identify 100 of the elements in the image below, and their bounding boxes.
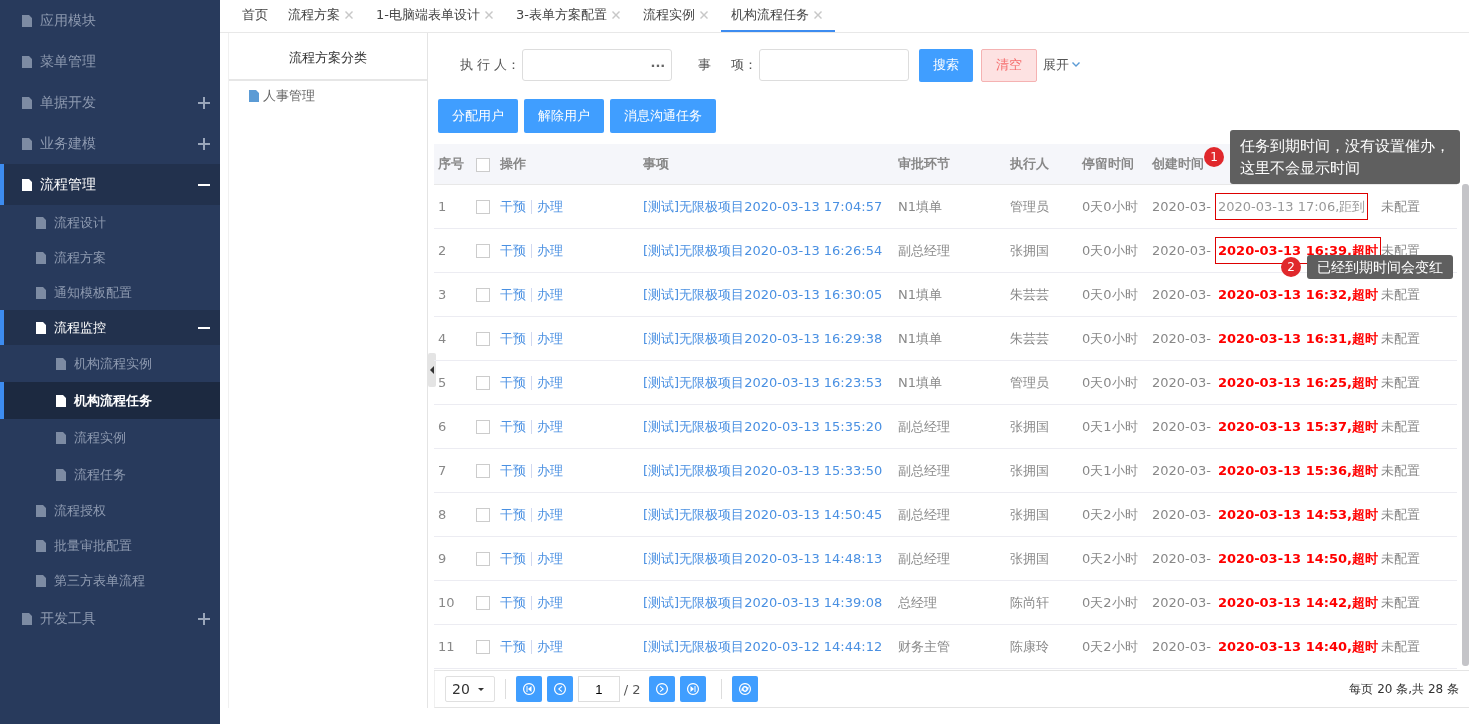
item-link[interactable]: [测试]无限极项目2020-03-13 14:50:45 <box>643 506 883 522</box>
item-link[interactable]: [测试]无限极项目2020-03-13 16:26:54 <box>643 242 883 258</box>
table-cell: 9 <box>438 551 447 566</box>
checkbox[interactable] <box>476 332 490 347</box>
table-cell: 2020-03- <box>1152 463 1211 478</box>
sidebar-item[interactable]: 第三方表单流程 <box>0 563 220 598</box>
item-link[interactable]: [测试]无限极项目2020-03-13 16:23:53 <box>643 374 883 390</box>
field-label: 项： <box>731 56 758 74</box>
action-link[interactable]: 办理 <box>537 418 563 434</box>
expand-button[interactable]: 展开 <box>1037 56 1090 74</box>
page-summary: 每页 20 条,共 28 条 <box>1349 680 1459 698</box>
item-field[interactable] <box>759 49 910 81</box>
first-page-button[interactable] <box>515 676 542 702</box>
action-link[interactable]: 办理 <box>537 506 563 522</box>
action-link[interactable]: 办理 <box>537 198 563 214</box>
table-cell: N1填单 <box>898 374 942 390</box>
tab[interactable]: 1-电脑端表单设计 <box>366 0 506 32</box>
checkbox[interactable] <box>476 640 490 655</box>
sidebar-item[interactable]: 流程授权 <box>0 493 220 528</box>
sidebar-item[interactable]: 机构流程实例 <box>0 345 220 382</box>
sidebar-item[interactable]: 开发工具 <box>0 598 220 639</box>
action-link[interactable]: 干预 <box>500 462 526 478</box>
action-button[interactable]: 分配用户 <box>438 99 518 133</box>
tab[interactable]: 3-表单方案配置 <box>505 0 633 32</box>
sidebar-item[interactable]: 应用模块 <box>0 0 220 41</box>
checkbox[interactable] <box>476 376 490 391</box>
sidebar-item[interactable]: 流程设计 <box>0 205 220 240</box>
executor-field[interactable]: ··· <box>522 49 673 81</box>
action-link[interactable]: 办理 <box>537 550 563 566</box>
document-icon <box>247 89 261 103</box>
due-time: 2020-03-13 16:31,超时 <box>1217 329 1379 348</box>
checkbox[interactable] <box>476 464 490 479</box>
checkbox[interactable] <box>476 508 490 523</box>
checkbox[interactable] <box>476 288 490 303</box>
sidebar-item[interactable]: 通知模板配置 <box>0 275 220 310</box>
action-link[interactable]: 办理 <box>537 242 563 258</box>
action-link[interactable]: 干预 <box>500 638 526 654</box>
sidebar-item[interactable]: 菜单管理 <box>0 41 220 82</box>
sidebar-item[interactable]: 流程任务 <box>0 456 220 493</box>
action-link[interactable]: 办理 <box>537 638 563 654</box>
action-link[interactable]: 干预 <box>500 330 526 346</box>
tab[interactable]: 首页 <box>232 0 278 32</box>
action-link[interactable]: 干预 <box>500 198 526 214</box>
table-cell: 4 <box>438 331 447 346</box>
checkbox[interactable] <box>476 200 490 215</box>
action-link[interactable]: 办理 <box>537 330 563 346</box>
sidebar-item[interactable]: 流程实例 <box>0 419 220 456</box>
item-link[interactable]: [测试]无限极项目2020-03-13 15:33:50 <box>643 462 883 478</box>
action-link[interactable]: 干预 <box>500 550 526 566</box>
item-link[interactable]: [测试]无限极项目2020-03-13 14:48:13 <box>643 550 883 566</box>
action-link[interactable]: 干预 <box>500 506 526 522</box>
checkbox[interactable] <box>476 244 490 259</box>
page-input[interactable]: 1 <box>577 676 620 702</box>
sidebar-item[interactable]: 流程管理 <box>0 164 220 205</box>
tab[interactable]: 流程实例 <box>632 0 721 32</box>
tree-node[interactable]: 人事管理 <box>245 85 317 107</box>
item-link[interactable]: [测试]无限极项目2020-03-13 16:29:38 <box>643 330 883 346</box>
item-link[interactable]: [测试]无限极项目2020-03-13 14:39:08 <box>643 594 883 610</box>
checkbox[interactable] <box>476 420 490 435</box>
sidebar-item[interactable]: 流程方案 <box>0 240 220 275</box>
action-button[interactable]: 解除用户 <box>524 99 604 133</box>
action-link[interactable]: 干预 <box>500 594 526 610</box>
table-cell: 未配置 <box>1381 462 1420 478</box>
action-button[interactable]: 消息沟通任务 <box>610 99 716 133</box>
scrollbar[interactable] <box>1462 184 1469 666</box>
item-link[interactable]: [测试]无限极项目2020-03-13 16:30:05 <box>643 286 883 302</box>
refresh-button[interactable] <box>731 676 758 702</box>
checkbox[interactable] <box>476 596 490 611</box>
action-link[interactable]: 办理 <box>537 594 563 610</box>
action-link[interactable]: 干预 <box>500 374 526 390</box>
table-cell: 未配置 <box>1381 550 1420 566</box>
action-link[interactable]: 干预 <box>500 242 526 258</box>
tab[interactable]: 机构流程任务 <box>720 0 835 32</box>
sidebar-item[interactable]: 机构流程任务 <box>0 382 220 419</box>
plus-icon <box>198 137 210 150</box>
action-link[interactable]: 办理 <box>537 462 563 478</box>
item-link[interactable]: [测试]无限极项目2020-03-13 17:04:57 <box>643 198 883 214</box>
table-cell: 1 <box>438 199 447 214</box>
search-button[interactable]: 搜索 <box>919 48 974 82</box>
previous-page-button[interactable] <box>546 676 573 702</box>
tab[interactable]: 流程方案 <box>278 0 366 32</box>
checkbox[interactable] <box>476 552 490 567</box>
clear-button[interactable]: 清空 <box>981 48 1038 82</box>
sidebar-item[interactable]: 业务建模 <box>0 123 220 164</box>
collapse-handle[interactable] <box>428 353 436 387</box>
last-page-button[interactable] <box>679 676 706 702</box>
action-link[interactable]: 干预 <box>500 286 526 302</box>
table-cell: 朱芸芸 <box>1010 286 1049 302</box>
next-page-button[interactable] <box>648 676 675 702</box>
table-cell: 0天0小时 <box>1082 286 1138 302</box>
page-size-select[interactable]: 20 <box>445 676 495 702</box>
item-link[interactable]: [测试]无限极项目2020-03-12 14:44:12 <box>643 638 883 654</box>
sidebar-item[interactable]: 单据开发 <box>0 82 220 123</box>
item-link[interactable]: [测试]无限极项目2020-03-13 15:35:20 <box>643 418 883 434</box>
action-link[interactable]: 办理 <box>537 286 563 302</box>
sidebar-item[interactable]: 流程监控 <box>0 310 220 345</box>
action-link[interactable]: 干预 <box>500 418 526 434</box>
checkbox[interactable] <box>476 157 490 172</box>
action-link[interactable]: 办理 <box>537 374 563 390</box>
sidebar-item[interactable]: 批量审批配置 <box>0 528 220 563</box>
